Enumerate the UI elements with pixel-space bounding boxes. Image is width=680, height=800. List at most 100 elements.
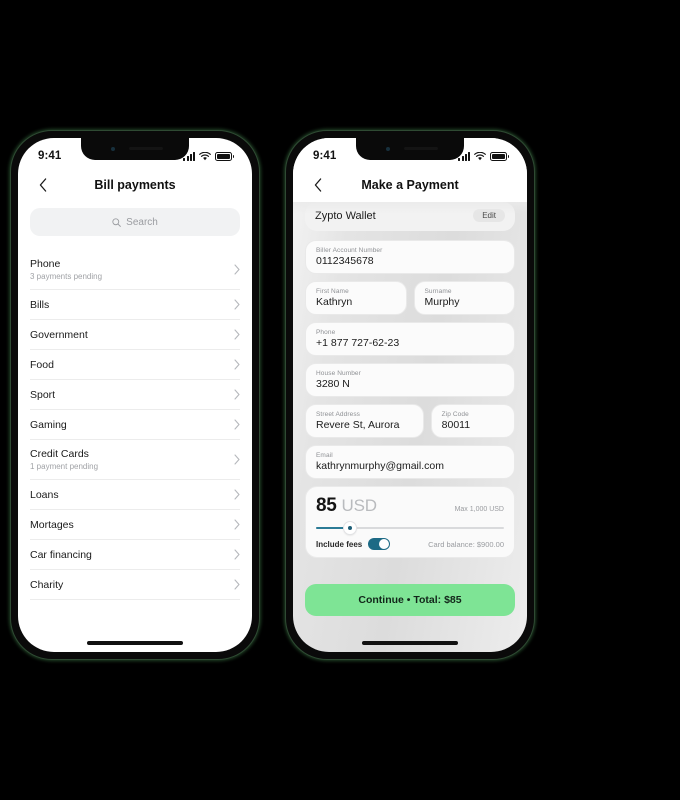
list-item[interactable]: Mortages [30,510,240,540]
edit-button[interactable]: Edit [473,209,505,222]
front-camera-icon [111,147,115,151]
list-item[interactable]: Gaming [30,410,240,440]
field-value: +1 877 727-62-23 [316,337,400,349]
back-button[interactable] [309,176,327,194]
chevron-right-icon [234,519,240,530]
email-field[interactable]: Email kathrynmurphy@gmail.com [305,445,515,479]
field-label: First Name [316,288,349,295]
status-time: 9:41 [313,150,337,162]
search-icon [112,217,121,227]
card-balance-label: Card balance: $900.00 [428,539,504,549]
chevron-right-icon [234,489,240,500]
field-label: House Number [316,370,361,377]
search-input[interactable]: Search [30,208,240,236]
back-button[interactable] [34,176,52,194]
chevron-left-icon [39,178,47,192]
wallet-name: Zypto Wallet [315,209,376,222]
list-item-title: Charity [30,578,64,591]
include-fees-group: Include fees [316,538,391,550]
list-item-title: Credit Cards [30,448,89,460]
phone-field[interactable]: Phone +1 877 727-62-23 [305,322,515,356]
amount-card: 85 USD Max 1,000 USD Include fees Card b… [305,486,515,558]
phone-device-bill-payments: 9:41 Bill payments Search Phone 3 paymen… [10,130,260,660]
zip-code-field[interactable]: Zip Code 80011 [430,404,515,438]
list-item[interactable]: Charity [30,570,240,600]
phone2-nav-bar: Make a Payment [293,168,527,202]
list-item-title: Sport [30,388,56,401]
list-item-title: Loans [30,488,59,501]
list-item-title: Mortages [30,518,74,531]
include-fees-label: Include fees [316,539,363,549]
list-item-title: Phone [30,258,61,270]
field-label: Phone [316,329,336,336]
list-item[interactable]: Government [30,320,240,350]
house-number-field[interactable]: House Number 3280 N [305,363,515,397]
field-value: Murphy [424,296,460,308]
amount-max-label: Max 1,000 USD [454,506,504,513]
list-item[interactable]: Credit Cards 1 payment pending [30,440,240,480]
list-item[interactable]: Sport [30,380,240,410]
chevron-right-icon [234,299,240,310]
surname-field[interactable]: Surname Murphy [413,281,515,315]
battery-icon [490,151,509,161]
list-item[interactable]: Bills [30,290,240,320]
cta-container: Continue • Total: $85 [305,584,515,616]
chevron-right-icon [234,389,240,400]
list-item[interactable]: Phone 3 payments pending [30,250,240,290]
biller-account-field[interactable]: Biller Account Number 0112345678 [305,240,515,274]
chevron-right-icon [234,419,240,430]
address-row: Street Address Revere St, Aurora Zip Cod… [305,404,515,438]
amount-footer: Include fees Card balance: $900.00 [316,538,504,550]
wifi-icon [199,151,211,160]
slider-knob[interactable] [343,522,356,534]
continue-button[interactable]: Continue • Total: $85 [305,584,515,616]
field-label: Biller Account Number [316,247,383,254]
search-placeholder: Search [126,216,158,228]
chevron-right-icon [234,454,240,465]
battery-icon [215,151,234,161]
include-fees-toggle[interactable] [368,538,391,550]
status-icons [183,151,234,161]
amount-row: 85 USD Max 1,000 USD [316,495,504,517]
list-item-subtitle: 1 payment pending [30,462,99,471]
list-item-title: Government [30,328,88,341]
bill-category-list: Phone 3 payments pending Bills Governmen… [30,250,240,600]
first-name-field[interactable]: First Name Kathryn [305,281,407,315]
field-value: kathrynmurphy@gmail.com [316,460,444,472]
status-icons [458,151,509,161]
amount-display[interactable]: 85 USD [316,495,377,517]
phone1-screen: 9:41 Bill payments Search Phone 3 paymen… [18,138,252,652]
front-camera-icon [386,147,390,151]
chevron-right-icon [234,579,240,590]
chevron-right-icon [234,359,240,370]
list-item[interactable]: Food [30,350,240,380]
field-label: Zip Code [441,411,469,418]
street-address-field[interactable]: Street Address Revere St, Aurora [305,404,424,438]
home-indicator [362,641,458,645]
list-item-subtitle: 3 payments pending [30,272,103,281]
wallet-selector[interactable]: Zypto Wallet Edit [305,202,515,231]
status-time: 9:41 [38,150,62,162]
list-item[interactable]: Car financing [30,540,240,570]
list-item[interactable]: Loans [30,480,240,510]
list-item-title: Gaming [30,418,67,431]
page-title: Bill payments [94,178,176,192]
chevron-right-icon [234,264,240,275]
phone2-screen: 9:41 Make a Payment Zypto Wallet Edit Bi… [293,138,527,652]
field-value: Revere St, Aurora [316,419,400,431]
notch [356,138,464,160]
phone-device-make-payment: 9:41 Make a Payment Zypto Wallet Edit Bi… [285,130,535,660]
payment-form: Zypto Wallet Edit Biller Account Number … [293,200,527,558]
chevron-right-icon [234,329,240,340]
list-item-title: Food [30,358,54,371]
name-row: First Name Kathryn Surname Murphy [305,281,515,315]
amount-slider[interactable] [316,521,504,535]
field-value: Kathryn [316,296,353,308]
field-value: 80011 [441,419,471,431]
wifi-icon [474,151,486,160]
chevron-left-icon [314,178,322,192]
notch [81,138,189,160]
earpiece-speaker-icon [404,147,438,150]
amount-currency: USD [341,496,377,515]
amount-value: 85 [316,495,337,516]
